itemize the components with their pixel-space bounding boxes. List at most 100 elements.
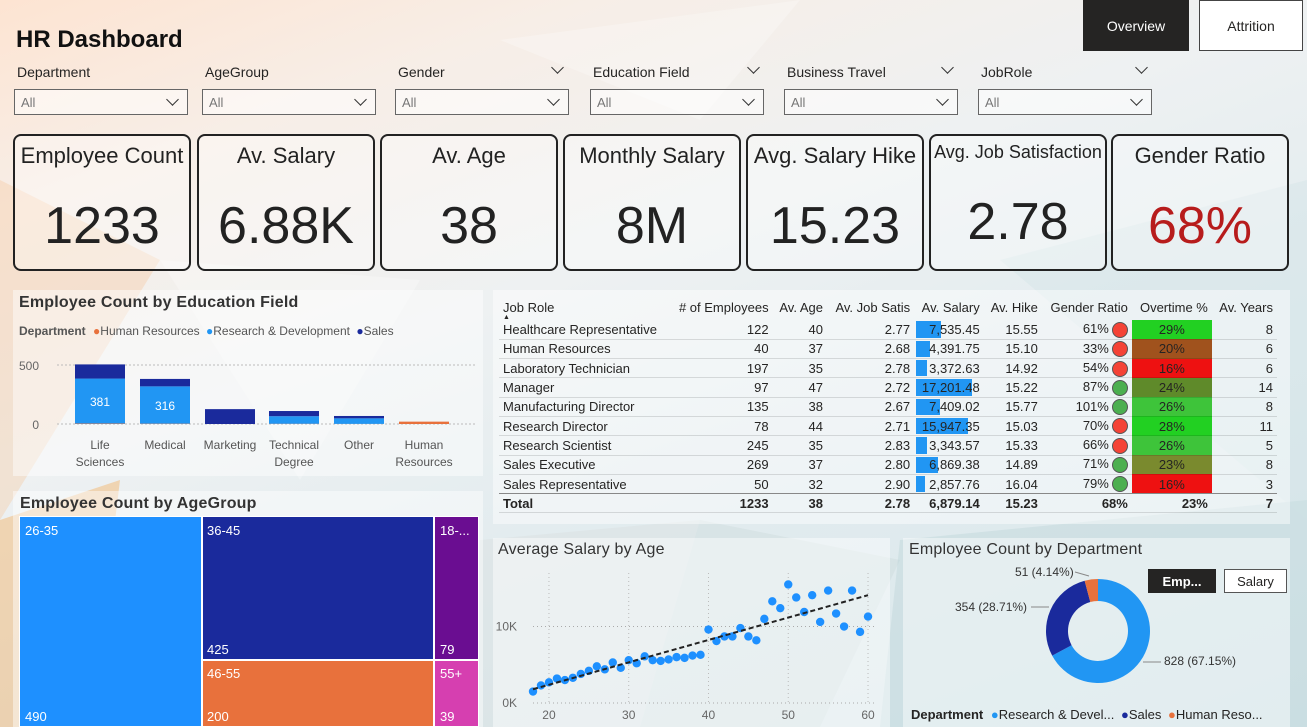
- education-bar-plot: 500 0 Life Sciences Medical Marketing Technica…: [19, 359, 475, 469]
- column-header-employees[interactable]: # of Employees: [670, 295, 773, 320]
- bar-segment[interactable]: [334, 418, 384, 424]
- scatter-point[interactable]: [752, 636, 761, 645]
- donut-slice[interactable]: [1046, 580, 1091, 656]
- cell-av-age: 32: [773, 474, 827, 493]
- cell-av-job-satis: 2.78: [827, 359, 914, 378]
- scatter-point[interactable]: [855, 627, 865, 637]
- jobrole-dropdown[interactable]: All: [978, 89, 1152, 115]
- bar-segment[interactable]: [140, 378, 190, 387]
- chevron-down-icon[interactable]: [551, 61, 564, 74]
- cell-value: 15.23: [1005, 495, 1038, 511]
- bar-segment[interactable]: [269, 416, 319, 424]
- bar-segment[interactable]: [75, 364, 125, 379]
- cell-value: 40: [808, 321, 823, 337]
- treemap-tile-46-55[interactable]: 46-55 200: [202, 660, 434, 727]
- scatter-point[interactable]: [760, 614, 769, 624]
- dropdown-value: All: [597, 94, 612, 110]
- scatter-point[interactable]: [744, 632, 753, 641]
- table-total-row[interactable]: Total 1233 38 2.78 6,879.14 15.23 68% 23% 7: [499, 493, 1277, 513]
- column-header-gender-ratio[interactable]: Gender Ratio: [1042, 295, 1132, 320]
- cell-av-years: 6: [1212, 359, 1277, 378]
- scatter-point[interactable]: [608, 658, 617, 667]
- scatter-point[interactable]: [863, 612, 873, 621]
- cell-value: 8: [1265, 399, 1273, 415]
- y-tick-label: 10K: [496, 620, 517, 634]
- tab-overview[interactable]: Overview: [1083, 0, 1189, 51]
- column-header-av-years[interactable]: Av. Years: [1212, 295, 1277, 320]
- tab-attrition[interactable]: Attrition: [1199, 0, 1303, 51]
- treemap-tile-18[interactable]: 18-... 79: [434, 516, 479, 660]
- business-travel-dropdown[interactable]: All: [784, 89, 958, 115]
- cell-av-job-satis: 2.71: [827, 416, 914, 435]
- cell-value: 20%: [1158, 341, 1185, 357]
- bar-segment[interactable]: [334, 415, 384, 419]
- scatter-point[interactable]: [839, 622, 849, 631]
- table-row[interactable]: Manufacturing Director 135 38 2.67 7,409.02 1…: [499, 397, 1277, 417]
- scatter-point[interactable]: [576, 669, 586, 679]
- scatter-point[interactable]: [672, 652, 681, 662]
- table-row[interactable]: Human Resources 40 37 2.68 4,391.75 15.10 33% 2…: [499, 339, 1277, 359]
- table-row[interactable]: Sales Representative 50 32 2.90 2,857.76 16.0…: [499, 474, 1277, 494]
- scatter-point[interactable]: [768, 597, 777, 606]
- treemap-tile-26-35[interactable]: 26-35 490: [19, 516, 202, 727]
- x-tick-label: Life: [90, 438, 110, 452]
- scatter-point[interactable]: [664, 655, 673, 664]
- chevron-down-icon[interactable]: [1135, 61, 1148, 74]
- column-header-job-role[interactable]: Job Role ▲: [499, 295, 670, 321]
- scatter-point[interactable]: [592, 662, 602, 671]
- scatter-point[interactable]: [784, 580, 793, 589]
- scatter-point[interactable]: [656, 656, 665, 666]
- column-header-overtime[interactable]: Overtime %: [1132, 295, 1212, 320]
- table-row[interactable]: Healthcare Representative 122 40 2.77 7,535.…: [499, 320, 1277, 340]
- education-field-dropdown[interactable]: All: [590, 89, 764, 115]
- cell-value: 61%: [1082, 321, 1109, 337]
- bar-segment[interactable]: [399, 421, 449, 424]
- cell-value: 135: [746, 399, 769, 415]
- scatter-point[interactable]: [776, 603, 785, 613]
- scatter-point[interactable]: [696, 650, 705, 660]
- table-row[interactable]: Research Director 78 44 2.71 15,947.35 15.03 7…: [499, 416, 1277, 436]
- cell-av-age: 38: [772, 493, 827, 513]
- gender-dropdown[interactable]: All: [395, 89, 569, 115]
- cell-value: Healthcare Representative: [503, 321, 657, 337]
- kpi-av-age: Av. Age 38: [380, 134, 558, 271]
- scatter-point[interactable]: [792, 593, 801, 602]
- column-header-av-salary[interactable]: Av. Salary: [914, 295, 984, 320]
- bar-segment[interactable]: [205, 409, 255, 424]
- table-row[interactable]: Laboratory Technician 197 35 2.78 3,372.63 14…: [499, 358, 1277, 378]
- table-row[interactable]: Research Scientist 245 35 2.83 3,343.57 15.33…: [499, 435, 1277, 456]
- scatter-point[interactable]: [823, 586, 833, 595]
- treemap-tile-36-45[interactable]: 36-45 425: [202, 516, 434, 660]
- bar-segment[interactable]: [269, 411, 319, 417]
- column-header-av-hike[interactable]: Av. Hike: [984, 295, 1042, 320]
- kpi-value: 38: [440, 197, 498, 255]
- cell-value: 2.83: [884, 437, 911, 453]
- legend-item-sales[interactable]: Sales: [1129, 707, 1162, 722]
- scatter-point[interactable]: [680, 653, 689, 663]
- scatter-point[interactable]: [847, 586, 857, 595]
- green-status-icon: [1111, 476, 1128, 493]
- scatter-point[interactable]: [807, 590, 817, 600]
- table-row[interactable]: Sales Executive 269 37 2.80 6,869.38 14.89 71%…: [499, 455, 1277, 475]
- cell-value: 245: [746, 437, 769, 453]
- cell-gender-ratio: 68%: [1041, 493, 1132, 513]
- scatter-point[interactable]: [815, 617, 825, 627]
- column-header-av-job-satis[interactable]: Av. Job Satis: [827, 295, 914, 320]
- cell-av-salary: 7,409.02: [914, 397, 984, 416]
- scatter-point[interactable]: [688, 651, 697, 660]
- column-header-av-age[interactable]: Av. Age: [773, 295, 827, 320]
- cell-av-salary: 6,869.38: [914, 455, 984, 474]
- scatter-point[interactable]: [831, 609, 841, 618]
- scatter-point[interactable]: [704, 625, 713, 634]
- agegroup-dropdown[interactable]: All: [202, 89, 376, 115]
- treemap-tile-55-plus[interactable]: 55+ 39: [434, 660, 479, 727]
- cell-employees: 97: [670, 378, 773, 397]
- legend-item-rd[interactable]: Research & Devel...: [999, 707, 1115, 722]
- chevron-down-icon[interactable]: [747, 61, 760, 74]
- chevron-down-icon[interactable]: [941, 61, 954, 74]
- filter-label-jobrole: JobRole: [981, 64, 1033, 80]
- tile-label: 36-45: [207, 523, 241, 538]
- table-row[interactable]: Manager 97 47 2.72 17,201.48 15.22 87% 24% 14: [499, 377, 1277, 398]
- department-dropdown[interactable]: All: [14, 89, 188, 115]
- legend-item-hr[interactable]: Human Reso...: [1176, 707, 1263, 722]
